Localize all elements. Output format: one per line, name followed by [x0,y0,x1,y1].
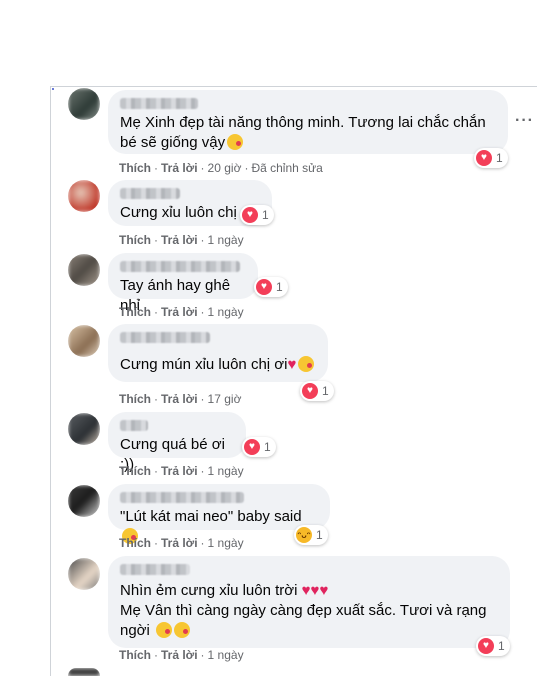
comment-time[interactable]: 1 ngày [208,536,244,550]
commenter-name[interactable] [120,261,240,272]
like-link[interactable]: Thích [119,648,151,662]
avatar[interactable] [68,254,100,286]
corner-marker [52,88,54,90]
avatar[interactable] [68,668,100,676]
like-link[interactable]: Thích [119,464,151,478]
comment-actions: Thích · Trả lời · 20 giờ · Đã chỉnh sửa [119,161,323,175]
comment-bubble: Cưng quá bé ơi :)) [108,412,246,473]
avatar[interactable] [68,558,100,590]
commenter-name[interactable] [120,188,180,199]
reaction-badge[interactable]: ♥ 1 [242,437,276,457]
heart-emoji-icon: ♥ [287,356,297,373]
comment-bubble: Nhìn ẻm cưng xỉu luôn trời ♥♥♥ Mẹ Vân th… [108,556,510,648]
comment-actions: Thích · Trả lời · 1 ngày [119,464,244,478]
comment-time[interactable]: 1 ngày [208,233,244,247]
like-link[interactable]: Thích [119,305,151,319]
avatar[interactable] [68,325,100,357]
heart-reaction-icon: ♥ [242,207,258,223]
reply-link[interactable]: Trả lời [161,464,198,478]
comment-actions: Thích · Trả lời · 1 ngày [119,233,244,247]
reply-link[interactable]: Trả lời [161,233,198,247]
reaction-badge[interactable]: ♥ 1 [240,205,274,225]
like-link[interactable]: Thích [119,536,151,550]
comment-time[interactable]: 1 ngày [208,648,244,662]
avatar[interactable] [68,88,100,120]
reply-link[interactable]: Trả lời [161,536,198,550]
reaction-badge[interactable]: ♥ 1 [300,381,334,401]
comment-actions: Thích · Trả lời · 1 ngày [119,305,244,319]
like-link[interactable]: Thích [119,161,151,175]
reply-link[interactable]: Trả lời [161,161,198,175]
heart-reaction-icon: ♥ [302,383,318,399]
comment-text: Cưng mún xỉu luôn chị ơi♥ [120,355,316,375]
heart-reaction-icon: ♥ [256,279,272,295]
haha-reaction-icon: ᵔᴗᵔ [296,527,312,543]
reaction-badge[interactable]: ♥ 1 [254,277,288,297]
comment-text: Cưng xỉu luôn chị [120,204,237,221]
reaction-badge[interactable]: ᵔᴗᵔ 1 [294,525,328,545]
commenter-name[interactable] [120,420,148,431]
smiling-hearts-emoji-icon [156,622,173,638]
comment-time[interactable]: 1 ngày [208,464,244,478]
reaction-badge[interactable]: ♥ 1 [474,148,508,168]
comment-bubble: Tay ánh hay ghê nhỉ [108,253,258,314]
commenter-name[interactable] [120,98,198,109]
heart-reaction-icon: ♥ [478,638,494,654]
comment-bubble: "Lút kát mai neo" baby said [108,484,330,544]
comment-time[interactable]: 17 giờ [208,392,242,406]
commenter-name[interactable] [120,492,244,503]
avatar[interactable] [68,485,100,517]
smiling-hearts-emoji-icon [174,622,191,638]
comment-time[interactable]: 20 giờ [208,161,242,175]
smile-emoji-icon [298,356,315,372]
avatar[interactable] [68,180,100,212]
avatar[interactable] [68,413,100,445]
reply-link[interactable]: Trả lời [161,392,198,406]
more-horizontal-icon[interactable]: ··· [515,112,534,130]
reaction-badge[interactable]: ♥ 1 [476,636,510,656]
heart-emoji-icon: ♥♥♥ [301,582,329,599]
reply-link[interactable]: Trả lời [161,305,198,319]
commenter-name[interactable] [120,332,210,343]
comment-actions: Thích · Trả lời · 17 giờ [119,392,242,406]
like-link[interactable]: Thích [119,233,151,247]
reply-link[interactable]: Trả lời [161,648,198,662]
heart-reaction-icon: ♥ [244,439,260,455]
comment-text-line-2: Mẹ Vân thì càng ngày càng đẹp xuất sắc. … [120,602,487,639]
comment-actions: Thích · Trả lời · 1 ngày [119,536,244,550]
comment-text: Mẹ Xinh đẹp tài năng thông minh. Tương l… [120,114,486,151]
commenter-name[interactable] [120,564,190,575]
comment-actions: Thích · Trả lời · 1 ngày [119,648,244,662]
comment-bubble: Mẹ Xinh đẹp tài năng thông minh. Tương l… [108,90,508,154]
heart-reaction-icon: ♥ [476,150,492,166]
comment-bubble: Cưng mún xỉu luôn chị ơi♥ [108,324,328,382]
like-link[interactable]: Thích [119,392,151,406]
edited-label: Đã chỉnh sửa [251,161,323,175]
comment-time[interactable]: 1 ngày [208,305,244,319]
kiss-emoji-icon [227,134,244,150]
comment-text: Nhìn ẻm cưng xỉu luôn trời ♥♥♥ [120,582,329,599]
